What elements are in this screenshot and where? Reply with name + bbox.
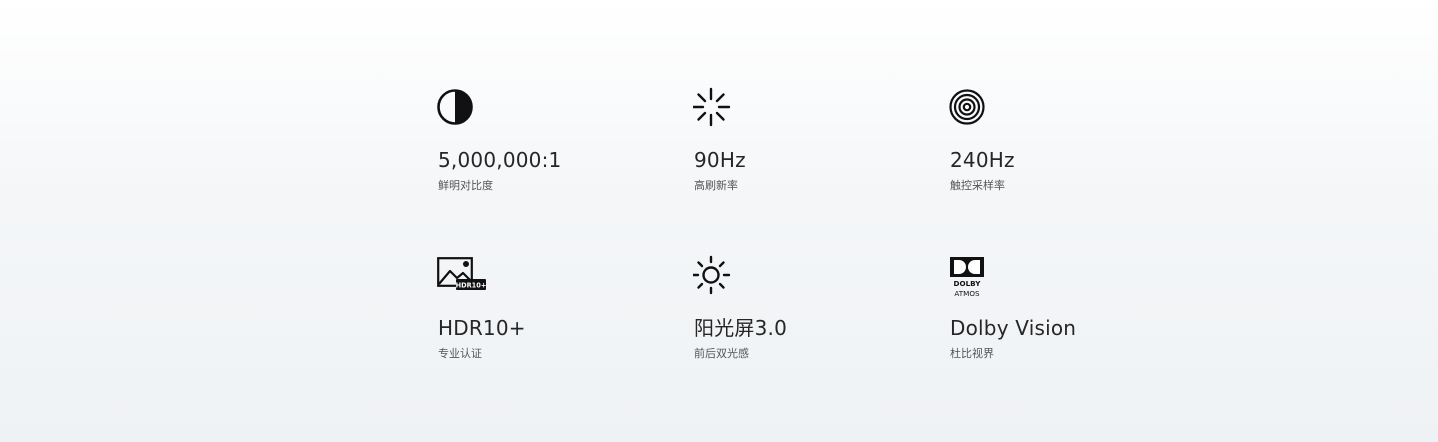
feature-label: 前后双光感 <box>694 347 749 360</box>
dolby-atmos-icon: DOLBY ATMOS <box>949 255 999 298</box>
feature-value: 90Hz <box>694 148 746 172</box>
feature-label: 高刷新率 <box>694 179 738 192</box>
feature-label: 杜比视界 <box>950 347 994 360</box>
feature-value: 5,000,000:1 <box>438 148 562 172</box>
sun-icon <box>693 255 743 297</box>
hdr10-plus-icon: HDR10+ <box>437 255 487 297</box>
dolby-icon-text: DOLBY <box>954 279 982 288</box>
touch-sampling-icon <box>949 87 999 129</box>
feature-value: 240Hz <box>950 148 1015 172</box>
feature-label: 专业认证 <box>438 347 482 360</box>
feature-grid: 5,000,000:1 鲜明对比度 90Hz 高刷新率 240Hz 触控采样率 … <box>437 87 1217 377</box>
feature-value: Dolby Vision <box>950 316 1077 340</box>
contrast-icon <box>437 87 487 129</box>
feature-value: HDR10+ <box>438 316 526 340</box>
atmos-icon-text: ATMOS <box>954 289 980 298</box>
hdr10-plus-icon-text: HDR10+ <box>456 281 487 289</box>
feature-label: 鲜明对比度 <box>438 179 493 192</box>
feature-value: 阳光屏3.0 <box>694 316 788 340</box>
refresh-rate-icon <box>693 87 743 129</box>
feature-label: 触控采样率 <box>950 179 1005 192</box>
